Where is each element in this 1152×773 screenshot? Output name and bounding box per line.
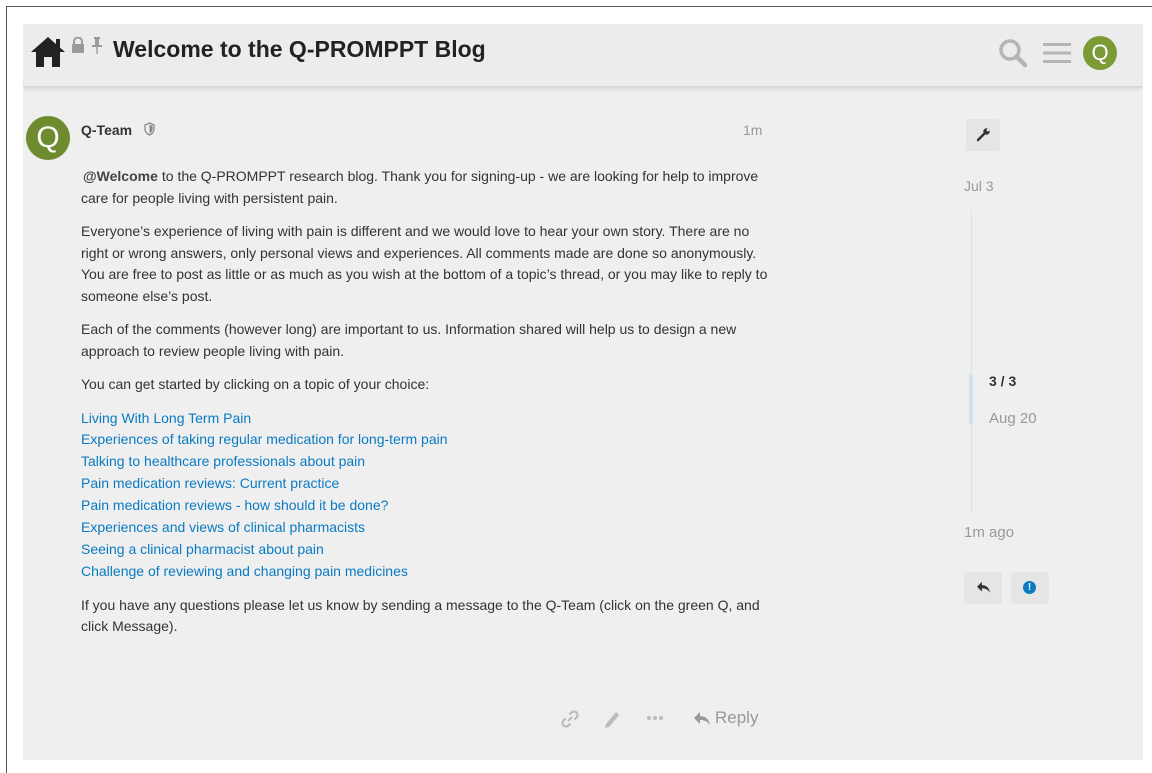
timeline-last-activity[interactable]: 1m ago <box>964 524 1014 541</box>
topic-link-seeing-clinical-pharmacist[interactable]: Seeing a clinical pharmacist about pain <box>81 539 771 561</box>
topic-link-changing-pain-medicines[interactable]: Challenge of reviewing and changing pain… <box>81 561 771 583</box>
search-icon[interactable] <box>998 38 1028 68</box>
topic-link-regular-medication[interactable]: Experiences of taking regular medication… <box>81 429 771 451</box>
pin-icon <box>92 37 102 54</box>
topic-link-healthcare-professionals[interactable]: Talking to healthcare professionals abou… <box>81 451 771 473</box>
paragraph-1-text: to the Q-PROMPPT research blog. Thank yo… <box>81 168 759 206</box>
notification-info-icon: ! <box>1023 581 1036 594</box>
notification-level-button[interactable]: ! <box>1011 572 1049 604</box>
edit-icon[interactable] <box>603 709 621 729</box>
link-icon[interactable] <box>560 709 580 729</box>
topic-link-how-should-it-be-done[interactable]: Pain medication reviews - how should it … <box>81 495 771 517</box>
current-user-avatar[interactable]: Q <box>1083 36 1117 70</box>
post-body: @Welcome to the Q-PROMPPT research blog. … <box>81 166 771 650</box>
reply-icon <box>977 581 990 593</box>
topic-link-living-with-long-term-pain[interactable]: Living With Long Term Pain <box>81 408 771 430</box>
timeline-post-counter[interactable]: 3 / 3 <box>989 373 1016 389</box>
reply-label: Reply <box>715 708 759 727</box>
home-icon[interactable] <box>29 35 67 69</box>
user-mention[interactable]: @Welcome <box>83 168 158 184</box>
reply-button[interactable]: Reply <box>693 707 773 731</box>
post-username[interactable]: Q-Team <box>81 122 132 138</box>
post-paragraph-2: Everyone’s experience of living with pai… <box>81 223 768 304</box>
reply-icon <box>694 712 710 725</box>
discourse-app: Welcome to the Q-PROMPPT Blog Q Q Q-Team… <box>23 24 1143 760</box>
shield-icon <box>144 122 155 136</box>
topic-links-list: Living With Long Term Pain Experiences o… <box>81 408 771 583</box>
timeline-rail[interactable] <box>971 210 972 512</box>
post-paragraph-4: You can get started by clicking on a top… <box>81 376 430 392</box>
topic-title[interactable]: Welcome to the Q-PROMPPT Blog <box>113 36 486 63</box>
post-paragraph-5: If you have any questions please let us … <box>81 596 760 635</box>
topic-link-current-practice[interactable]: Pain medication reviews: Current practic… <box>81 473 771 495</box>
wrench-icon <box>976 128 990 142</box>
timeline-reply-button[interactable] <box>964 572 1002 604</box>
topic-header: Welcome to the Q-PROMPPT Blog Q <box>23 24 1143 87</box>
timeline-scroll-handle[interactable] <box>969 374 973 424</box>
post-paragraph-3: Each of the comments (however long) are … <box>81 321 737 359</box>
admin-wrench-button[interactable] <box>966 119 1000 151</box>
lock-icon <box>72 37 84 53</box>
timeline-current-date: Aug 20 <box>989 410 1037 427</box>
post-paragraph-1: @Welcome to the Q-PROMPPT research blog. … <box>81 166 771 209</box>
post-timestamp[interactable]: 1m <box>743 122 762 138</box>
timeline-start-date[interactable]: Jul 3 <box>964 178 994 194</box>
post-author-avatar[interactable]: Q <box>26 116 70 160</box>
topic-link-clinical-pharmacists-views[interactable]: Experiences and views of clinical pharma… <box>81 517 771 539</box>
menu-icon[interactable] <box>1043 41 1071 65</box>
more-icon[interactable] <box>646 715 664 721</box>
